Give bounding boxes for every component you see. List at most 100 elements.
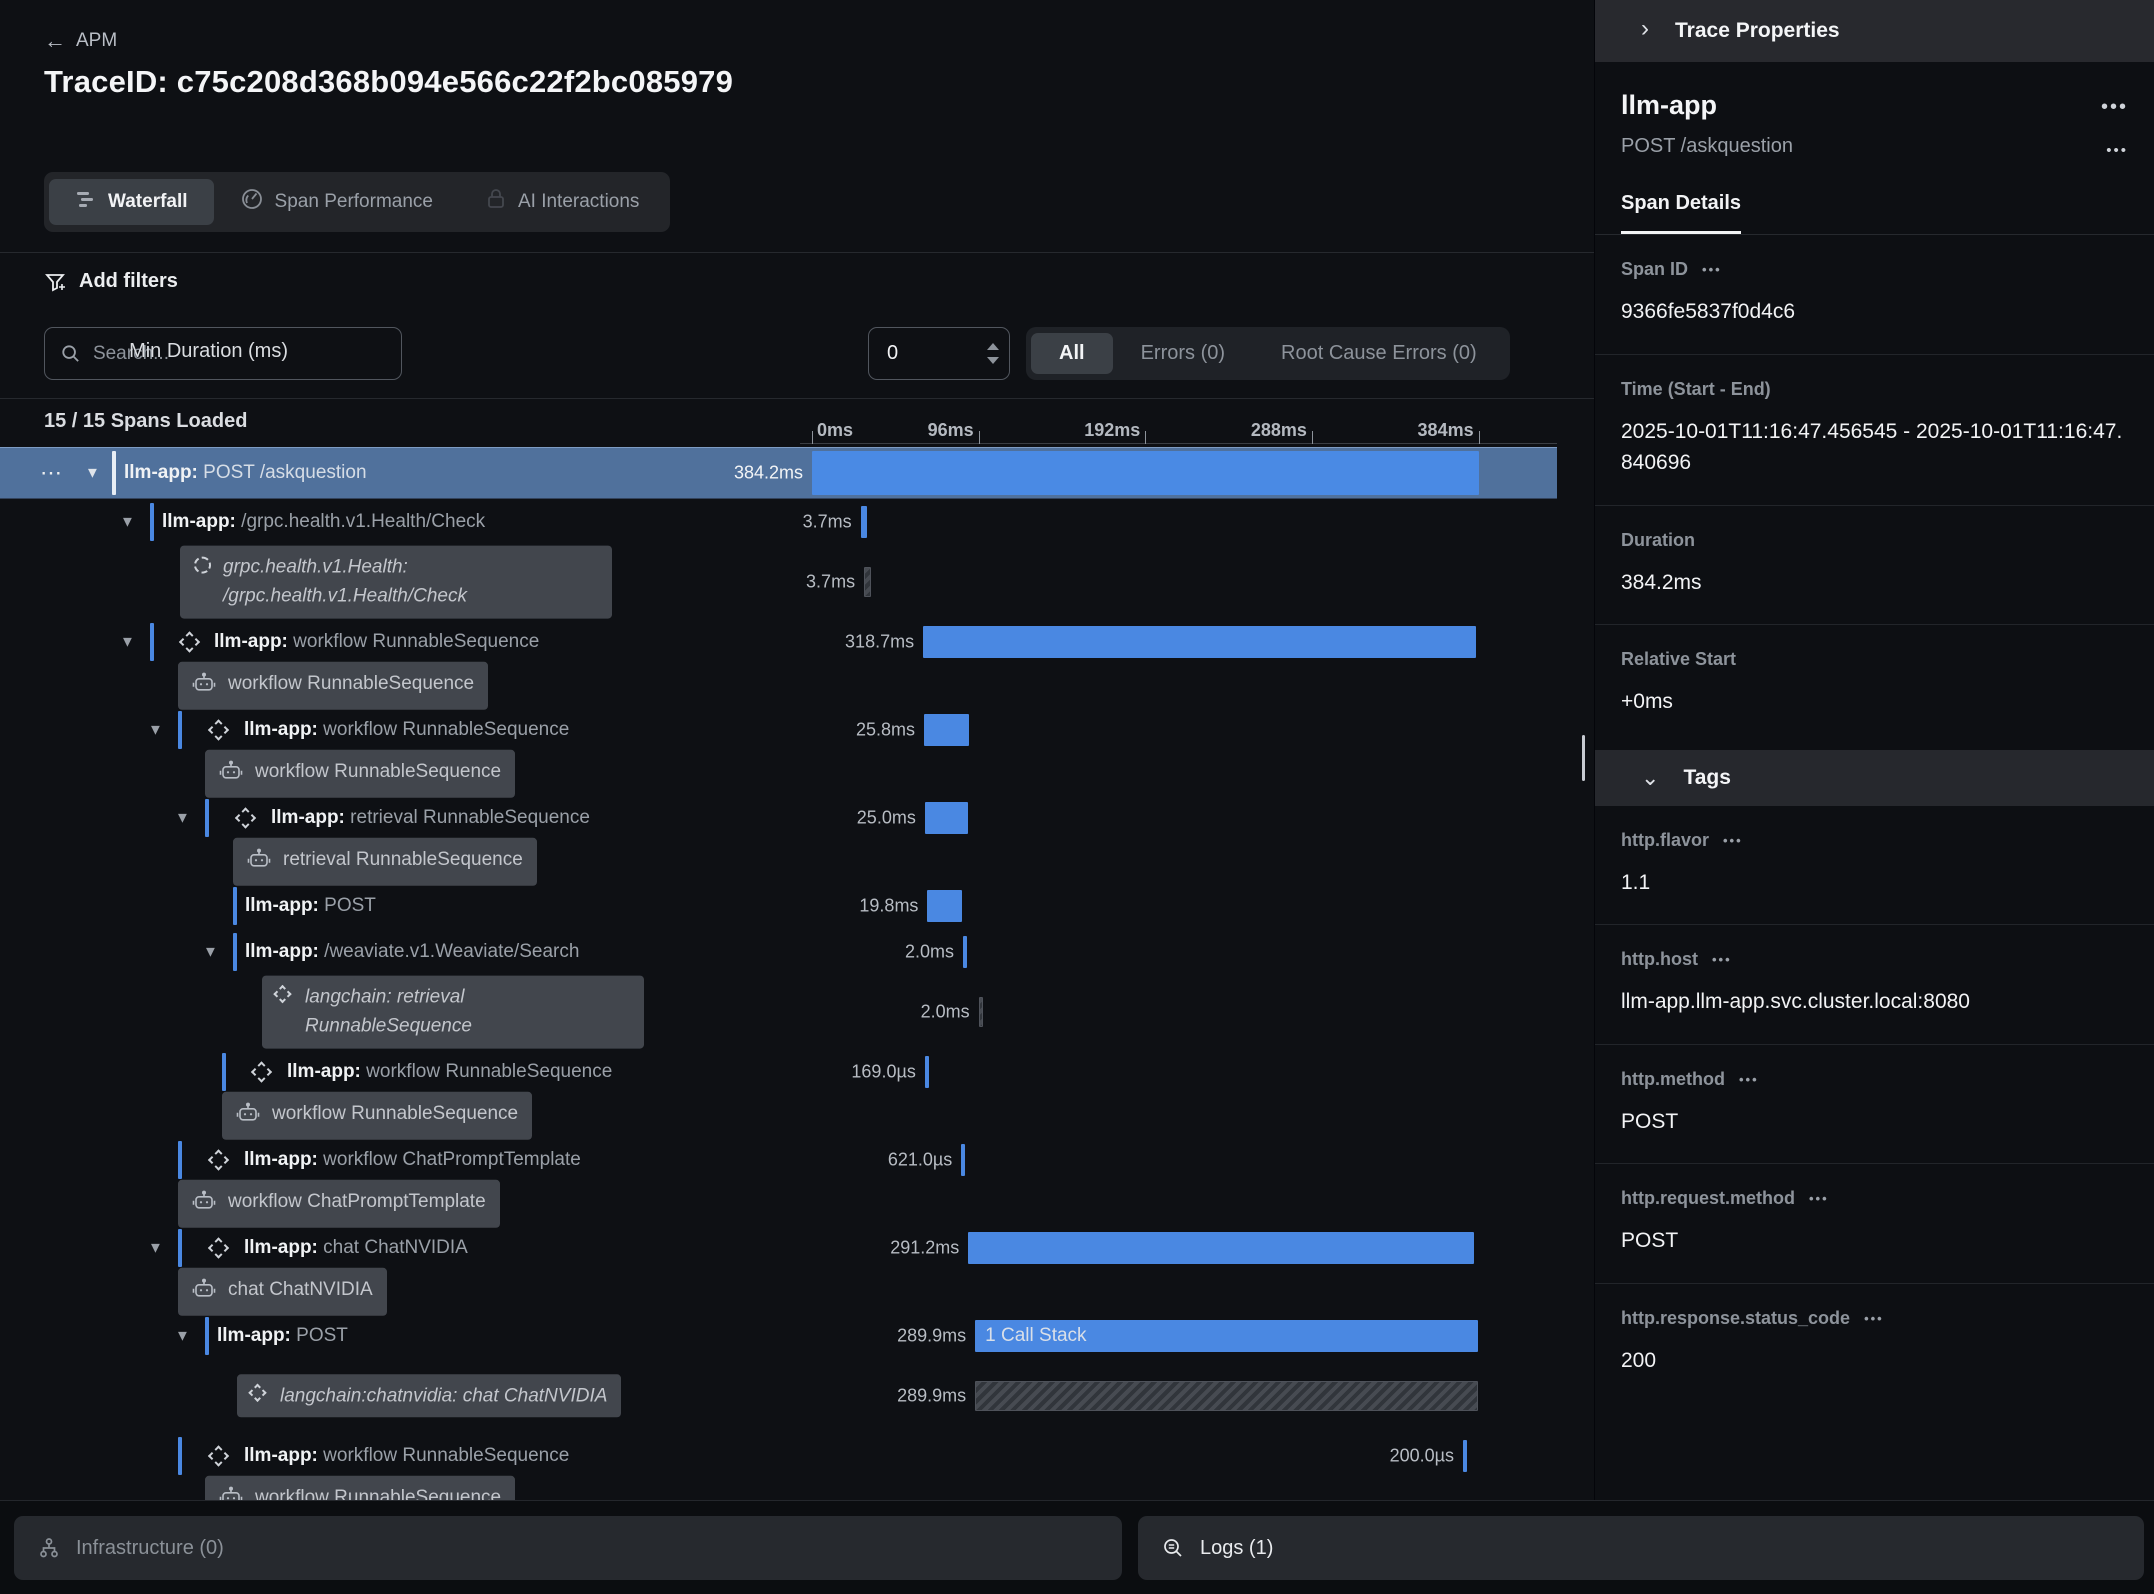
field-menu-icon[interactable]: ••• [1702, 262, 1722, 277]
logs-label: Logs (1) [1200, 1537, 1273, 1560]
chip-label: workflow ChatPromptTemplate [228, 1187, 486, 1216]
logs-button[interactable]: Logs (1) [1138, 1516, 2144, 1580]
chevron-down-icon[interactable]: ▼ [175, 1328, 190, 1345]
duration-bar[interactable] [968, 1232, 1474, 1264]
back-link[interactable]: ← APM [44, 28, 117, 54]
chip-row[interactable]: langchain:chatnvidia: chat ChatNVIDIA289… [0, 1359, 1557, 1433]
span-origin-chip[interactable]: workflow ChatPromptTemplate [178, 1180, 500, 1228]
span-origin-chip[interactable]: workflow RunnableSequence [205, 1476, 515, 1500]
robot-icon [192, 1187, 216, 1221]
tab-span-performance[interactable]: Span Performance [214, 177, 459, 227]
span-row[interactable]: llm-app: POST19.8ms [0, 883, 1557, 929]
duration-bar[interactable] [975, 1381, 1478, 1411]
field-menu-icon[interactable]: ••• [1864, 1311, 1884, 1326]
span-row[interactable]: ▼llm-app: workflow RunnableSequence318.7… [0, 619, 1557, 665]
operation-menu-icon[interactable]: ••• [2106, 142, 2128, 159]
span-row[interactable]: ▼llm-app: /weaviate.v1.Weaviate/Search2.… [0, 929, 1557, 975]
duration-bar[interactable] [925, 802, 968, 834]
stepper-up-icon[interactable] [987, 343, 999, 350]
chevron-down-icon[interactable]: ▼ [148, 1240, 163, 1257]
tab-span-details[interactable]: Span Details [1621, 192, 1741, 234]
duration-bar[interactable] [864, 567, 870, 597]
span-origin-chip[interactable]: langchain:chatnvidia: chat ChatNVIDIA [237, 1374, 621, 1417]
divider [0, 398, 1594, 399]
span-row[interactable]: ▼llm-app: workflow RunnableSequence25.8m… [0, 707, 1557, 753]
tab-label: Span Performance [275, 191, 433, 213]
search-icon [61, 343, 80, 364]
duration-bar[interactable] [979, 997, 983, 1027]
duration-bar[interactable] [927, 890, 961, 922]
span-guide-tick [233, 933, 237, 972]
span-operation-name: workflow RunnableSequence [293, 631, 539, 652]
span-label: llm-app: /weaviate.v1.Weaviate/Search [245, 941, 579, 963]
field-menu-icon[interactable]: ••• [1739, 1072, 1759, 1087]
service-menu-icon[interactable]: ••• [2101, 96, 2128, 119]
call-stack-badge[interactable]: 1 Call Stack [985, 1325, 1086, 1347]
span-origin-chip[interactable]: retrieval RunnableSequence [233, 838, 537, 886]
duration-bar[interactable] [923, 626, 1476, 658]
span-row[interactable]: llm-app: workflow RunnableSequence169.0µ… [0, 1049, 1557, 1095]
span-row[interactable]: ▼llm-app: /grpc.health.v1.Health/Check3.… [0, 499, 1557, 545]
chip-row[interactable]: langchain: retrieval RunnableSequence2.0… [0, 975, 1557, 1049]
span-origin-chip[interactable]: chat ChatNVIDIA [178, 1268, 387, 1316]
span-row[interactable]: ▼llm-app: retrieval RunnableSequence25.0… [0, 795, 1557, 841]
chip-row[interactable]: workflow ChatPromptTemplate [0, 1183, 1557, 1225]
add-filters-button[interactable]: Add filters [44, 270, 178, 293]
tag-label: http.method••• [1621, 1069, 2128, 1090]
min-duration-input[interactable]: 0 [868, 327, 1010, 380]
min-duration-value[interactable]: 0 [887, 342, 987, 365]
chip-label: workflow RunnableSequence [255, 1483, 501, 1500]
field-menu-icon[interactable]: ••• [1712, 952, 1732, 967]
tab-waterfall[interactable]: Waterfall [49, 179, 214, 225]
chip-row[interactable]: workflow RunnableSequence [0, 1479, 1557, 1500]
duration-bar[interactable] [924, 714, 969, 746]
chip-row[interactable]: chat ChatNVIDIA [0, 1271, 1557, 1313]
span-detail-label: Duration [1621, 530, 2128, 551]
segment-root-cause-errors-0-[interactable]: Root Cause Errors (0) [1253, 333, 1505, 374]
chevron-down-icon[interactable]: ▼ [203, 944, 218, 961]
duration-bar[interactable] [925, 1056, 929, 1088]
chevron-down-icon[interactable]: ▼ [148, 722, 163, 739]
chip-row[interactable]: workflow RunnableSequence [0, 753, 1557, 795]
chevron-down-icon[interactable]: ⌄ [1641, 765, 1659, 791]
stepper-down-icon[interactable] [987, 357, 999, 364]
span-origin-chip[interactable]: grpc.health.v1.Health: /grpc.health.v1.H… [180, 546, 612, 619]
row-menu-icon[interactable]: ⋯ [40, 460, 63, 486]
chevron-down-icon[interactable]: ▼ [120, 514, 135, 531]
chevron-down-icon[interactable]: ▼ [85, 465, 100, 482]
field-menu-icon[interactable]: ••• [1809, 1191, 1829, 1206]
duration-bar[interactable] [812, 451, 1479, 495]
span-row[interactable]: ⋯▼llm-app: POST /askquestion384.2ms [0, 447, 1557, 499]
duration-bar[interactable] [861, 506, 867, 538]
scrollbar-thumb[interactable] [1582, 735, 1585, 781]
span-origin-chip[interactable]: workflow RunnableSequence [178, 662, 488, 710]
duration-bar[interactable] [963, 936, 967, 968]
duration-bar[interactable] [1463, 1440, 1467, 1472]
chip-row[interactable]: retrieval RunnableSequence [0, 841, 1557, 883]
span-row[interactable]: llm-app: workflow RunnableSequence200.0µ… [0, 1433, 1557, 1479]
chip-row[interactable]: workflow RunnableSequence [0, 665, 1557, 707]
min-duration-stepper[interactable] [987, 343, 999, 364]
chevron-down-icon[interactable]: ▼ [120, 634, 135, 651]
tab-ai-interactions[interactable]: AI Interactions [459, 177, 665, 227]
chip-row[interactable]: workflow RunnableSequence [0, 1095, 1557, 1137]
span-row[interactable]: ▼llm-app: POST1 Call Stack289.9ms [0, 1313, 1557, 1359]
duration-bar[interactable]: 1 Call Stack [975, 1320, 1478, 1352]
span-origin-chip[interactable]: workflow RunnableSequence [205, 750, 515, 798]
span-origin-chip[interactable]: workflow RunnableSequence [222, 1092, 532, 1140]
tags-section-header[interactable]: ⌄ Tags [1595, 750, 2154, 806]
segment-errors-0-[interactable]: Errors (0) [1113, 333, 1253, 374]
tag-value: llm-app.llm-app.svc.cluster.local:8080 [1621, 986, 2128, 1018]
duration-bar[interactable] [961, 1144, 965, 1176]
segment-all[interactable]: All [1031, 333, 1113, 374]
span-detail-key: Relative Start [1621, 649, 1736, 670]
field-menu-icon[interactable]: ••• [1723, 833, 1743, 848]
chevron-down-icon[interactable]: ▼ [175, 810, 190, 827]
span-origin-chip[interactable]: langchain: retrieval RunnableSequence [262, 976, 644, 1049]
span-service-name: llm-app: [244, 1237, 323, 1258]
span-row[interactable]: llm-app: workflow ChatPromptTemplate621.… [0, 1137, 1557, 1183]
infrastructure-button[interactable]: Infrastructure (0) [14, 1516, 1122, 1580]
span-row[interactable]: ▼llm-app: chat ChatNVIDIA291.2ms [0, 1225, 1557, 1271]
chip-row[interactable]: grpc.health.v1.Health: /grpc.health.v1.H… [0, 545, 1557, 619]
collapse-panel-icon[interactable]: › [1641, 15, 1649, 43]
